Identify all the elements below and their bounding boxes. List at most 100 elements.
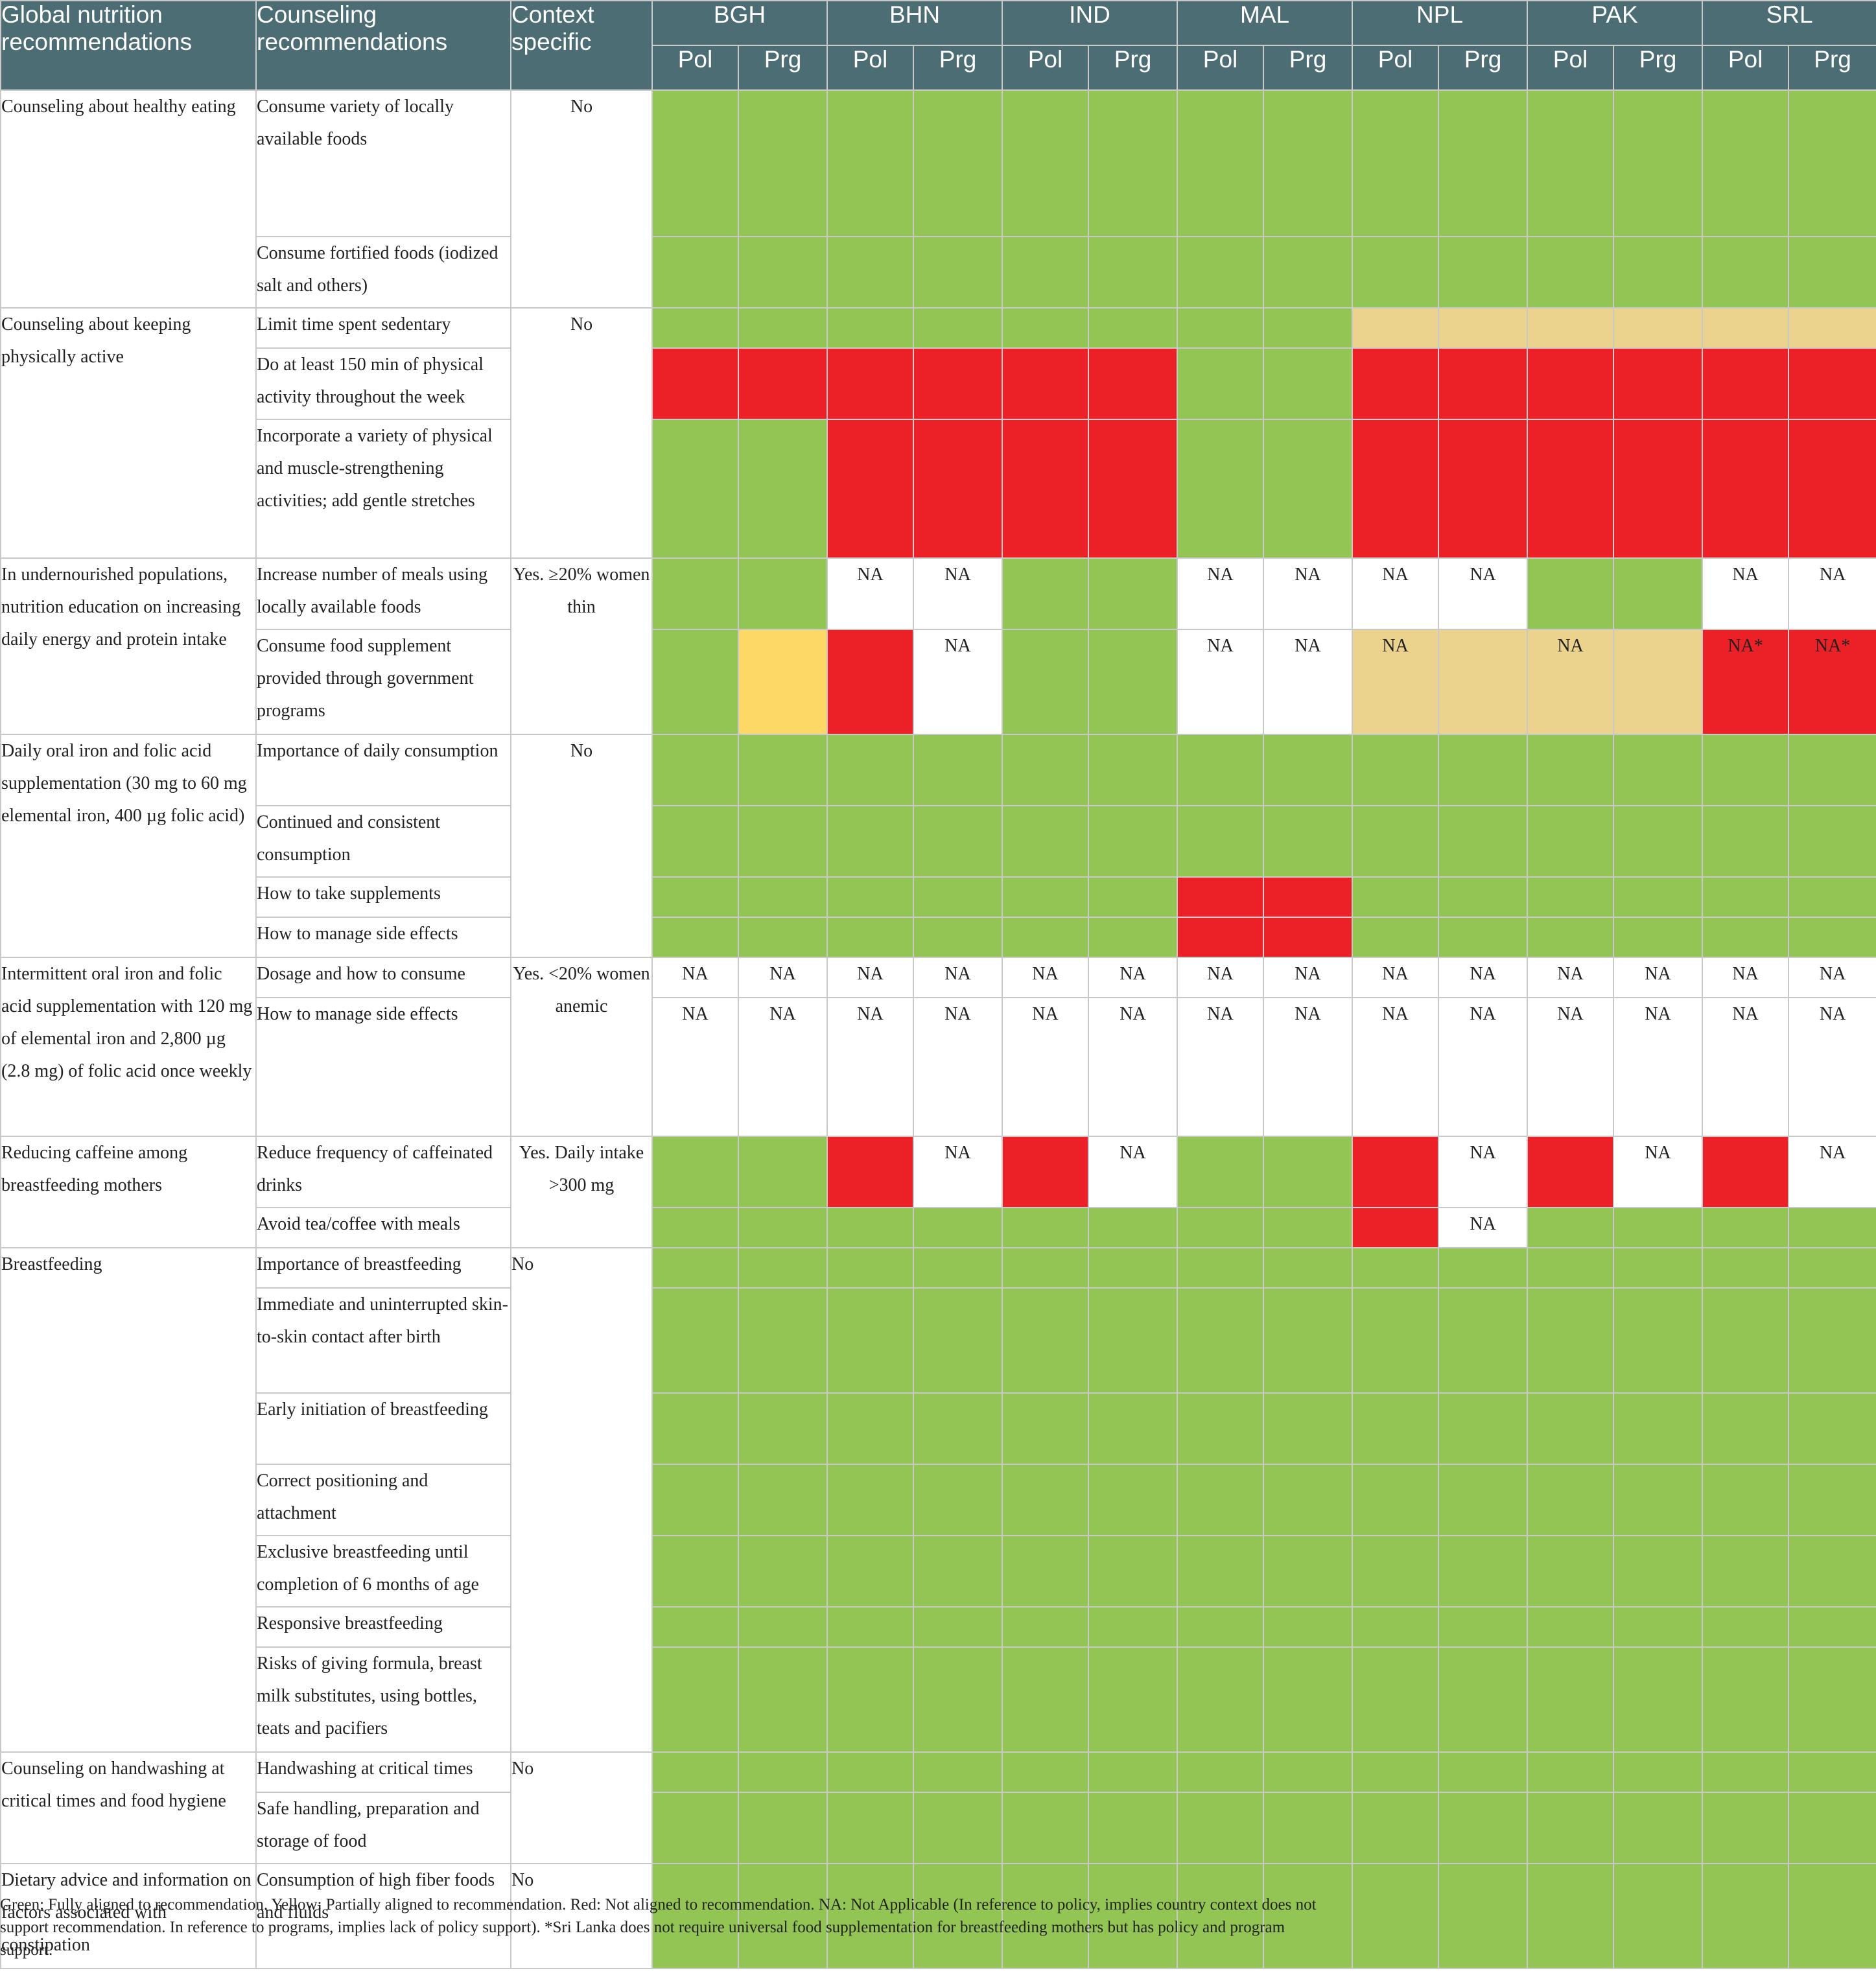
status-cell-pak-prg (1613, 1247, 1704, 1289)
status-cell-bgh-prg: NA (738, 997, 828, 1137)
status-cell-bgh-pol (651, 734, 739, 806)
status-cell-pak-pol (1527, 1392, 1615, 1465)
status-cell-srl-pol (1702, 1863, 1790, 1969)
status-cell-srl-prg (1788, 307, 1876, 349)
status-cell-bgh-prg (738, 1392, 828, 1465)
status-cell-srl-prg: NA (1788, 997, 1876, 1137)
header-country-bhn: BHN (827, 0, 1003, 46)
header-bhn-prg: Prg (913, 45, 1003, 91)
status-cell-npl-prg: NA (1438, 1207, 1529, 1248)
status-cell-bhn-pol: NA (827, 557, 914, 630)
header-counseling-recommendations: Counseling recommendations (255, 0, 511, 91)
status-cell-pak-pol (1527, 1247, 1615, 1289)
status-cell-mal-prg (1263, 1535, 1354, 1608)
status-cell-srl-prg (1788, 1863, 1876, 1969)
status-cell-bhn-pol (827, 805, 914, 878)
status-cell-bgh-pol (651, 1207, 739, 1248)
status-cell-pak-prg (1613, 1863, 1704, 1969)
header-row-countries: Global nutrition recommendations Counsel… (0, 0, 1876, 91)
counseling-recommendation-cell: Immediate and uninterrupted skin-to-skin… (255, 1287, 511, 1394)
counseling-recommendation-cell: Consume fortified foods (iodized salt an… (255, 236, 511, 309)
status-cell-mal-prg (1263, 89, 1354, 237)
status-cell-npl-prg: NA (1438, 957, 1529, 998)
status-cell-pak-prg (1613, 1392, 1704, 1465)
status-cell-mal-prg (1263, 1646, 1354, 1753)
status-cell-mal-pol (1177, 1247, 1265, 1289)
header-context-specific: Context specific (510, 0, 653, 91)
status-cell-ind-pol (1002, 89, 1089, 237)
status-cell-pak-pol: NA (1527, 957, 1615, 998)
status-cell-npl-prg (1438, 1392, 1529, 1465)
global-recommendation-cell: Daily oral iron and folic acid supplemen… (0, 734, 257, 958)
status-cell-bhn-pol (827, 1464, 914, 1536)
status-cell-mal-prg (1263, 1287, 1354, 1394)
status-cell-bhn-prg (913, 734, 1003, 806)
status-cell-pak-prg (1613, 89, 1704, 237)
status-cell-bhn-prg (913, 917, 1003, 958)
counseling-recommendation-cell: Handwashing at critical times (255, 1751, 511, 1793)
status-cell-mal-prg (1263, 1392, 1354, 1465)
status-cell-mal-pol: NA (1177, 957, 1265, 998)
status-cell-pak-prg (1613, 1606, 1704, 1648)
status-cell-mal-pol (1177, 1606, 1265, 1648)
status-cell-srl-pol (1702, 1287, 1790, 1394)
status-cell-srl-pol (1702, 734, 1790, 806)
status-cell-ind-prg: NA (1087, 997, 1178, 1137)
status-cell-pak-pol (1527, 419, 1615, 559)
status-cell-pak-pol (1527, 1464, 1615, 1536)
context-specific-cell: No (510, 1751, 653, 1864)
status-cell-mal-prg (1263, 1207, 1354, 1248)
status-cell-npl-pol (1352, 1863, 1440, 1969)
status-cell-bhn-pol (827, 307, 914, 349)
status-cell-bgh-pol (651, 1606, 739, 1648)
status-cell-bhn-pol (827, 1535, 914, 1608)
status-cell-srl-pol (1702, 917, 1790, 958)
status-cell-pak-pol (1527, 876, 1615, 918)
counseling-recommendation-cell: Risks of giving formula, breast milk sub… (255, 1646, 511, 1753)
status-cell-mal-prg (1263, 917, 1354, 958)
status-cell-bhn-prg (913, 1247, 1003, 1289)
status-cell-bgh-pol (651, 805, 739, 878)
status-cell-bgh-prg (738, 1464, 828, 1536)
status-cell-srl-pol: NA (1702, 557, 1790, 630)
status-cell-mal-pol (1177, 917, 1265, 958)
global-recommendation-cell: Counseling on handwashing at critical ti… (0, 1751, 257, 1864)
status-cell-npl-pol (1352, 1392, 1440, 1465)
status-cell-mal-pol (1177, 419, 1265, 559)
status-cell-ind-prg (1087, 1464, 1178, 1536)
status-cell-pak-pol (1527, 734, 1615, 806)
status-cell-npl-prg (1438, 1464, 1529, 1536)
status-cell-npl-pol: NA (1352, 957, 1440, 998)
status-cell-ind-prg (1087, 419, 1178, 559)
status-cell-bgh-pol (651, 307, 739, 349)
table-row: Exclusive breastfeeding until completion… (1, 1535, 1876, 1608)
status-cell-npl-pol (1352, 1751, 1440, 1793)
status-cell-pak-prg: NA (1613, 957, 1704, 998)
status-cell-srl-prg: NA (1788, 557, 1876, 630)
status-cell-npl-prg (1438, 805, 1529, 878)
status-cell-npl-pol (1352, 917, 1440, 958)
status-cell-ind-pol (1002, 1207, 1089, 1248)
status-cell-pak-prg (1613, 1646, 1704, 1753)
status-cell-mal-pol: NA (1177, 557, 1265, 630)
status-cell-srl-prg (1788, 1392, 1876, 1465)
table-footnote: Green: Fully aligned to recommendation. … (0, 1896, 1317, 1959)
status-cell-pak-pol: NA (1527, 997, 1615, 1137)
status-cell-npl-pol (1352, 1287, 1440, 1394)
status-cell-pak-prg (1613, 1464, 1704, 1536)
header-npl-pol: Pol (1352, 45, 1440, 91)
status-cell-srl-prg (1788, 734, 1876, 806)
status-cell-mal-prg: NA (1263, 957, 1354, 998)
status-cell-ind-prg (1087, 557, 1178, 630)
status-cell-ind-prg (1087, 805, 1178, 878)
status-cell-pak-prg (1613, 557, 1704, 630)
status-cell-ind-pol (1002, 1606, 1089, 1648)
status-cell-ind-pol (1002, 307, 1089, 349)
status-cell-bhn-prg (913, 419, 1003, 559)
status-cell-mal-pol (1177, 1646, 1265, 1753)
status-cell-bgh-pol (651, 557, 739, 630)
table-row: Early initiation of breastfeeding (1, 1392, 1876, 1465)
counseling-recommendation-cell: Exclusive breastfeeding until completion… (255, 1535, 511, 1608)
status-cell-pak-prg (1613, 419, 1704, 559)
status-cell-ind-prg (1087, 1392, 1178, 1465)
